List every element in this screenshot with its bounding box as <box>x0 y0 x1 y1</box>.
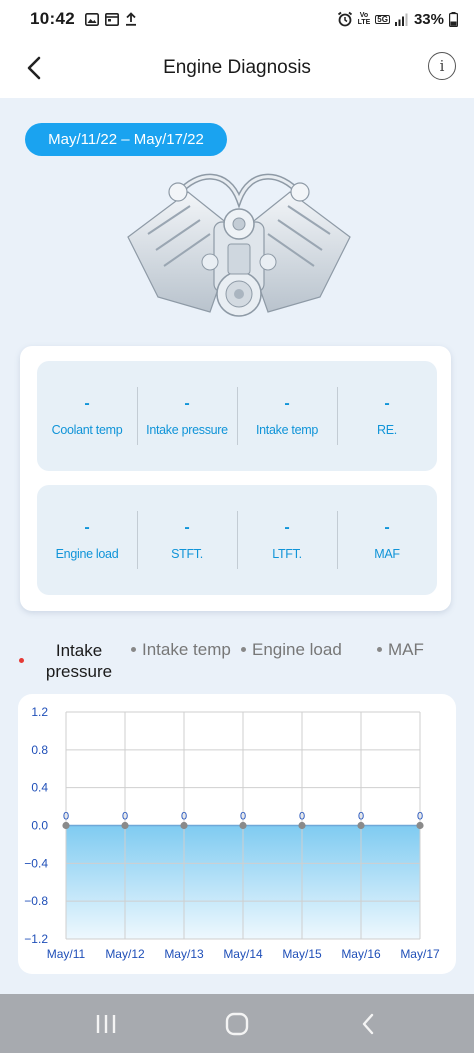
intake-pressure-chart: 1.2 0.8 0.4 0.0 −0.4 −0.8 −1.2May/11 May/12 May/… <box>24 705 440 961</box>
status-right: Vo LTE 5G 33% <box>337 11 458 28</box>
metric-label: LTFT. <box>272 547 302 561</box>
metric-value: - <box>384 519 390 536</box>
recents-button[interactable] <box>76 1004 136 1044</box>
data-point <box>121 821 129 830</box>
metric-stft[interactable]: - STFT. <box>137 485 237 595</box>
metric-value: - <box>84 519 90 536</box>
data-point <box>357 821 365 830</box>
data-label: 0 <box>122 811 128 823</box>
engine-illustration <box>127 173 351 317</box>
metric-value: - <box>284 519 290 536</box>
legend-intake-temp[interactable]: Intake temp <box>142 640 231 660</box>
x-tick-label: May/14 <box>223 947 263 961</box>
metric-intake-temp[interactable]: - Intake temp <box>237 361 337 471</box>
x-tick-label: May/11 <box>47 947 86 961</box>
data-point <box>416 821 424 830</box>
status-time: 10:42 <box>30 9 75 28</box>
y-tick-label: −1.2 <box>24 932 48 946</box>
x-tick-label: May/13 <box>164 947 204 961</box>
page-title: Engine Diagnosis <box>163 57 311 78</box>
metric-value: - <box>284 395 290 412</box>
recents-icon <box>96 1014 115 1033</box>
legend-maf[interactable]: MAF <box>388 640 424 660</box>
metric-maf[interactable]: - MAF <box>337 485 437 595</box>
y-tick-label: 0.4 <box>31 781 48 795</box>
alarm-icon <box>337 11 352 27</box>
status-left-icons <box>84 12 137 26</box>
metric-label: Intake temp <box>255 423 318 437</box>
chart-card: 1.2 0.8 0.4 0.0 −0.4 −0.8 −1.2 May/11 May/12 May/… <box>18 694 456 974</box>
metric-value: - <box>384 395 390 412</box>
back-button[interactable] <box>18 52 50 84</box>
status-bar: 10:42 Vo LTE 5G 33% <box>0 0 474 38</box>
data-label: 0 <box>240 811 246 823</box>
y-tick-label: 0.0 <box>31 819 48 833</box>
metric-label: Engine load <box>55 547 119 561</box>
volte-indicator: Vo LTE <box>357 12 371 26</box>
metric-value: - <box>84 395 90 412</box>
back-icon <box>363 1013 374 1034</box>
chevron-left-icon <box>27 56 41 80</box>
data-label: 0 <box>63 811 69 823</box>
app-header: Engine Diagnosis i <box>0 38 474 98</box>
x-tick-label: May/16 <box>341 947 381 961</box>
metric-label: MAF <box>374 547 400 561</box>
metrics-card: - Coolant temp - Intake pressure - Intak… <box>20 346 451 611</box>
x-tick-label: May/17 <box>400 947 440 961</box>
legend-intake-pressure[interactable]: Intake pressure <box>38 640 120 682</box>
metric-intake-pressure[interactable]: - Intake pressure <box>137 361 237 471</box>
data-label: 0 <box>358 811 364 823</box>
home-button[interactable] <box>207 1004 267 1044</box>
legend-dot <box>377 647 382 652</box>
metric-label: STFT. <box>171 547 203 561</box>
gallery-icon <box>84 12 99 26</box>
metrics-row-1: - Coolant temp - Intake pressure - Intak… <box>37 361 437 471</box>
info-icon: i <box>439 57 445 75</box>
5g-indicator: 5G <box>375 14 390 24</box>
nav-back-button[interactable] <box>338 1004 398 1044</box>
legend-dot <box>131 647 136 652</box>
metric-value: - <box>184 519 190 536</box>
chart-legend: Intake pressure Intake temp Engine load M… <box>0 636 474 686</box>
y-tick-label: 1.2 <box>31 705 48 719</box>
date-range-selector[interactable]: May/11/22 – May/17/22 <box>25 123 227 156</box>
y-tick-label: 0.8 <box>31 743 48 757</box>
home-icon <box>225 1012 249 1035</box>
metrics-row-2: - Engine load - STFT. - LTFT. - MAF <box>37 485 437 595</box>
y-tick-label: −0.8 <box>24 894 48 908</box>
data-point <box>180 821 188 830</box>
x-tick-label: May/12 <box>105 947 145 961</box>
battery-icon <box>449 11 458 27</box>
upload-icon <box>125 12 136 26</box>
metric-re[interactable]: - RE. <box>337 361 437 471</box>
info-button[interactable]: i <box>428 52 456 80</box>
data-label: 0 <box>181 811 187 823</box>
legend-dot <box>241 647 246 652</box>
metric-value: - <box>184 395 190 412</box>
metric-label: Coolant temp <box>51 423 123 437</box>
metric-engine-load[interactable]: - Engine load <box>37 485 137 595</box>
metric-ltft[interactable]: - LTFT. <box>237 485 337 595</box>
metric-label: RE. <box>377 423 397 437</box>
signal-icon <box>394 13 408 26</box>
metric-label: Intake pressure <box>146 423 228 437</box>
system-nav-bar <box>0 994 474 1053</box>
data-point <box>239 821 247 830</box>
battery-percent: 33% <box>413 10 444 28</box>
legend-dot-active <box>19 658 24 663</box>
calendar-icon <box>104 12 119 26</box>
legend-engine-load[interactable]: Engine load <box>252 640 342 660</box>
metric-coolant-temp[interactable]: - Coolant temp <box>37 361 137 471</box>
data-point <box>62 821 70 830</box>
data-label: 0 <box>299 811 305 823</box>
x-tick-label: May/15 <box>282 947 322 961</box>
data-point <box>298 821 306 830</box>
y-tick-label: −0.4 <box>24 856 48 870</box>
data-label: 0 <box>417 811 423 823</box>
